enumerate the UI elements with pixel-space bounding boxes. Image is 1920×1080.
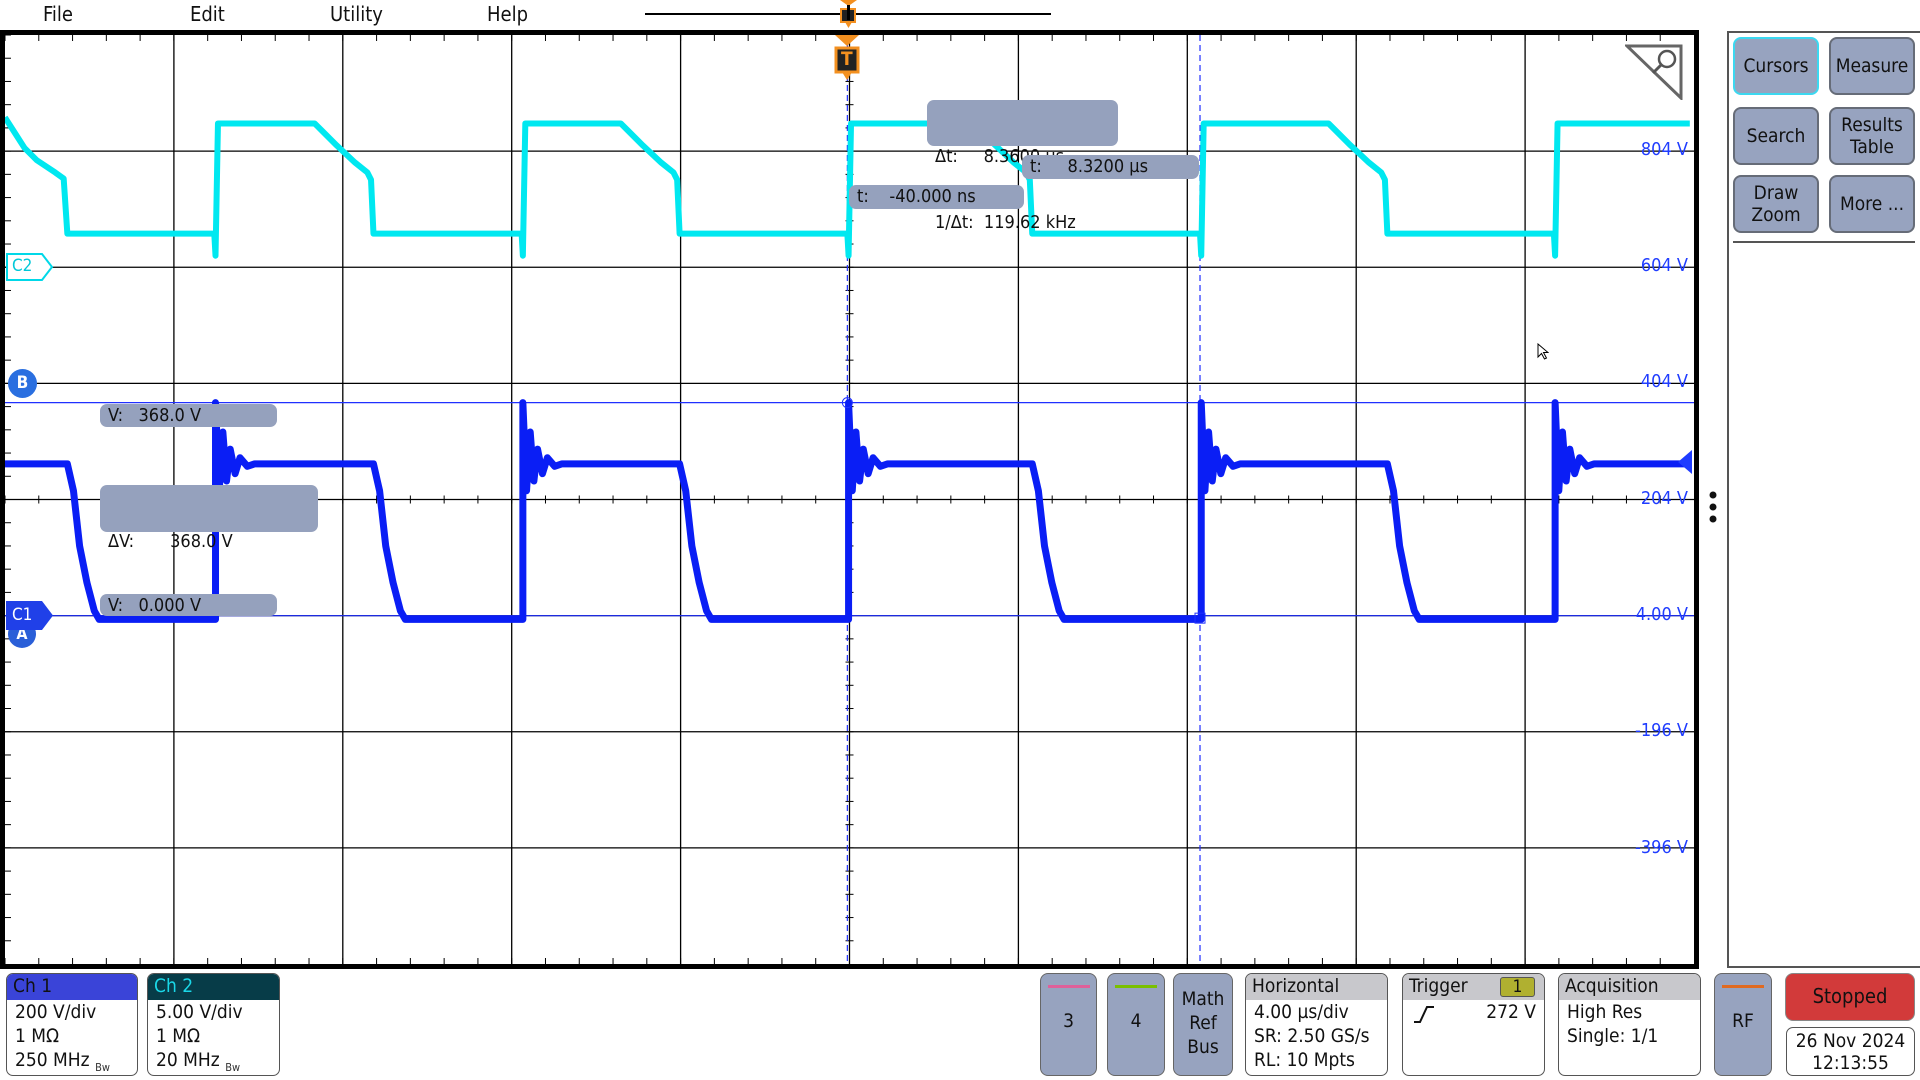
mouse-pointer-icon xyxy=(1537,342,1550,365)
acquisition-badge[interactable]: Acquisition High Res Single: 1/1 xyxy=(1558,973,1701,1076)
ch4-color-bar xyxy=(1115,985,1157,988)
time: 12:13:55 xyxy=(1812,1052,1889,1074)
ch1-offset-marker[interactable]: C1 xyxy=(6,601,54,630)
ch3-color-bar xyxy=(1047,985,1090,988)
menu-file[interactable]: File xyxy=(43,2,73,26)
math-ref-bus-button[interactable]: Math Ref Bus xyxy=(1173,973,1233,1076)
menu-help[interactable]: Help xyxy=(487,2,528,26)
trigger-level: 272 V xyxy=(1486,1001,1536,1023)
ch2-marker-label: C2 xyxy=(12,256,33,276)
ch2-bandwidth: 20 MHz xyxy=(156,1049,220,1071)
ch2-badge[interactable]: Ch 2 5.00 V/div 1 MΩ 20 MHz Bw xyxy=(147,973,280,1076)
vscale-label: 204 V xyxy=(1640,488,1688,509)
cursor1-time-readout[interactable]: t: -40.000 ns xyxy=(849,185,1024,209)
cursors-button[interactable]: Cursors xyxy=(1733,37,1819,95)
acquisition-mode: High Res xyxy=(1567,1001,1643,1023)
ch4-label: 4 xyxy=(1130,1010,1142,1032)
draw-zoom-button[interactable]: Draw Zoom xyxy=(1733,175,1819,233)
cursor2-voltage-readout[interactable]: V: 0.000 V xyxy=(100,594,277,616)
vscale-label: -196 V xyxy=(1635,720,1688,741)
date: 26 Nov 2024 xyxy=(1795,1030,1906,1052)
ch2-offset-marker[interactable]: C2 xyxy=(6,253,54,281)
trigger-source: 1 xyxy=(1500,977,1535,997)
sample-rate: SR: 2.50 GS/s xyxy=(1254,1025,1370,1047)
ch1-bw-limit-icon: Bw xyxy=(95,1060,110,1074)
delta-v-readout[interactable]: ΔV: 368.0 V ΔV/Δt: xyxy=(100,485,318,618)
more-options-icon[interactable] xyxy=(1708,490,1718,526)
vscale-label: 604 V xyxy=(1640,255,1688,276)
record-length: RL: 10 Mpts xyxy=(1254,1049,1355,1071)
ch3-label: 3 xyxy=(1063,1010,1074,1032)
rf-button[interactable]: RF xyxy=(1714,973,1772,1076)
date-time-display[interactable]: 26 Nov 2024 12:13:55 xyxy=(1786,1027,1915,1076)
ch2-scale: 5.00 V/div xyxy=(156,1001,243,1023)
trigger-marker-label: T xyxy=(841,48,853,70)
ch3-button[interactable]: 3 xyxy=(1040,973,1097,1076)
rising-edge-icon xyxy=(1414,1006,1434,1023)
more-button[interactable]: More ... xyxy=(1829,175,1915,233)
zoom-icon[interactable] xyxy=(1623,44,1683,102)
horizontal-scale: 4.00 µs/div xyxy=(1254,1001,1349,1023)
run-stop-button[interactable]: Stopped xyxy=(1785,973,1915,1021)
ch1-title: Ch 1 xyxy=(7,974,137,1000)
measure-button[interactable]: Measure xyxy=(1829,37,1915,95)
ch1-marker-label: C1 xyxy=(12,605,33,625)
results-table-button[interactable]: Results Table xyxy=(1829,107,1915,165)
menu-edit[interactable]: Edit xyxy=(190,2,225,26)
acquisition-count: Single: 1/1 xyxy=(1567,1025,1659,1047)
trigger-time-marker[interactable]: T xyxy=(834,35,860,81)
trigger-badge[interactable]: Trigger 1 272 V xyxy=(1402,973,1545,1076)
ch2-bw-limit-icon: Bw xyxy=(225,1060,241,1074)
cursor1-voltage-readout[interactable]: V: 368.0 V xyxy=(100,404,277,427)
horizontal-title: Horizontal xyxy=(1246,974,1387,1000)
ch1-bandwidth: 250 MHz xyxy=(15,1049,90,1071)
inverse-delta-t-value: 1/Δt: 119.62 kHz xyxy=(935,212,1076,233)
ch2-impedance: 1 MΩ xyxy=(156,1025,201,1047)
delta-v-value: ΔV: 368.0 V xyxy=(108,531,233,552)
vscale-label: 804 V xyxy=(1640,139,1688,160)
ch1-impedance: 1 MΩ xyxy=(15,1025,60,1047)
results-panel xyxy=(1727,31,1920,968)
menu-utility[interactable]: Utility xyxy=(330,2,383,26)
acquisition-title: Acquisition xyxy=(1559,974,1700,1000)
ch2-title: Ch 2 xyxy=(148,974,279,1000)
delta-t-readout[interactable]: Δt: 8.3600 µs 1/Δt: 119.62 kHz xyxy=(927,100,1118,233)
panel-divider xyxy=(1733,241,1915,243)
b-marker[interactable]: B xyxy=(8,369,37,398)
trigger-position-marker[interactable] xyxy=(840,0,857,28)
vscale-label: 4.00 V xyxy=(1635,604,1688,625)
rf-label: RF xyxy=(1732,1010,1754,1032)
search-button[interactable]: Search xyxy=(1733,107,1819,165)
cursor2-time-readout[interactable]: t: 8.3200 µs xyxy=(1022,155,1199,179)
ch1-scale: 200 V/div xyxy=(15,1001,97,1023)
vscale-label: 404 V xyxy=(1640,371,1688,392)
trigger-title: Trigger xyxy=(1409,975,1468,997)
vscale-label: -396 V xyxy=(1635,837,1688,858)
horizontal-badge[interactable]: Horizontal 4.00 µs/div SR: 2.50 GS/s RL:… xyxy=(1245,973,1388,1076)
rf-color-bar xyxy=(1722,985,1764,988)
ch1-badge[interactable]: Ch 1 200 V/div 1 MΩ 250 MHz Bw xyxy=(6,973,138,1076)
trigger-level-arrow[interactable] xyxy=(1670,450,1692,474)
ch4-button[interactable]: 4 xyxy=(1107,973,1165,1076)
